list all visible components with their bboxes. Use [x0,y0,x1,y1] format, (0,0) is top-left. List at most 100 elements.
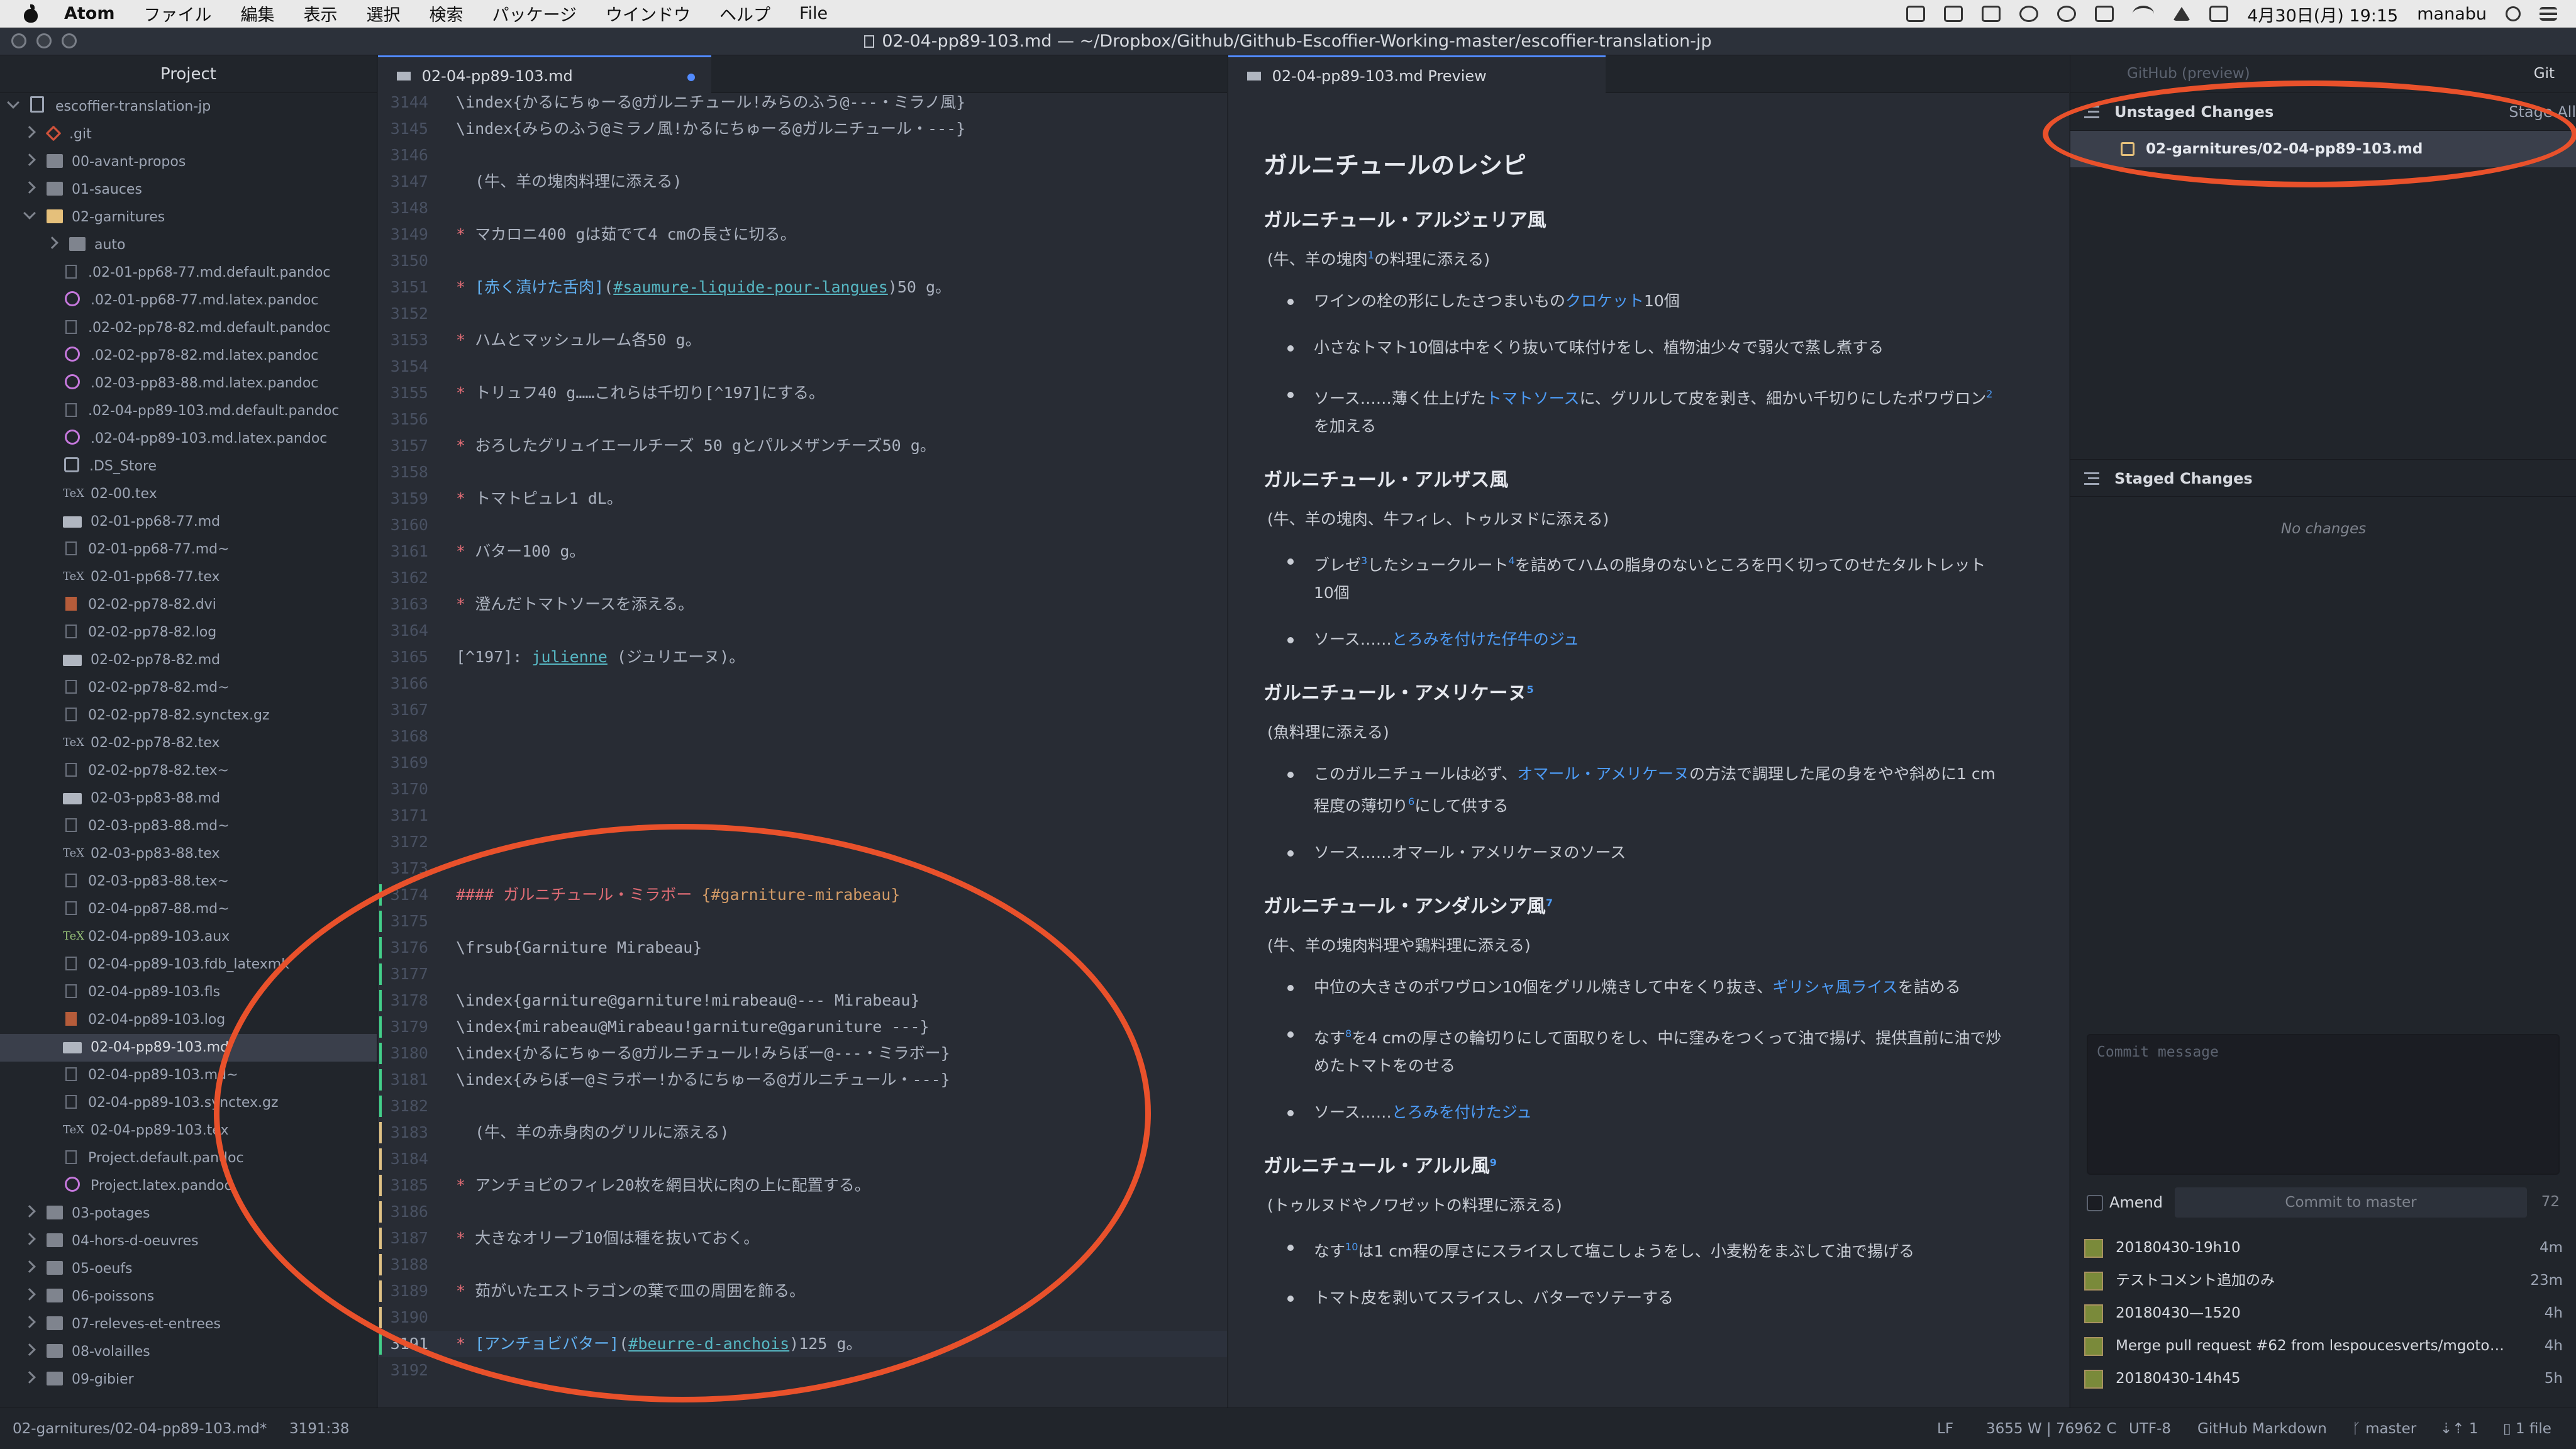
footnote-ref[interactable]: 2 [1986,388,1992,400]
code-line[interactable]: 3180 \index{かるにちゅーる@ガルニチュール!みらぼー@---・ミラボー… [378,1040,1227,1067]
tree-file[interactable]: Project.latex.pandoc [0,1172,377,1200]
stage-all-button[interactable]: Stage All [2509,93,2576,131]
code-line[interactable]: 3157 * おろしたグリュイエールチーズ 50 gとパルメザンチーズ50 g。 [378,433,1227,459]
notification-center-icon[interactable] [2540,7,2557,21]
code-line[interactable]: 3167 [378,697,1227,723]
menu-selection[interactable]: 選択 [367,1,401,26]
chevron-right-icon[interactable] [23,1260,36,1273]
tree-folder[interactable]: 07-releves-et-entrees [0,1311,377,1338]
footnote-ref[interactable]: 3 [1361,555,1367,567]
code-line[interactable]: 3172 [378,829,1227,855]
code-line[interactable]: 3179 \index{mirabeau@Mirabeau!garniture@g… [378,1014,1227,1040]
menu-edit[interactable]: 編集 [241,1,275,26]
menu-file[interactable]: ファイル [144,1,212,26]
code-line[interactable]: 3159 * トマトピュレ1 dL。 [378,486,1227,512]
code-line[interactable]: 3164 [378,618,1227,644]
code-line[interactable]: 3168 [378,723,1227,750]
status-changed-files[interactable]: ▯ 1 file [2503,1421,2551,1437]
tree-file[interactable]: .02-01-pp68-77.md.default.pandoc [0,259,377,287]
menu-help[interactable]: ヘルプ [719,1,770,26]
tree-file[interactable]: 02-04-pp89-103.md~ [0,1062,377,1089]
footnote-ref[interactable]: 1 [1368,249,1374,261]
tree-file[interactable]: 02-01-pp68-77.md [0,508,377,536]
tree-folder[interactable]: .git [0,121,377,148]
chevron-right-icon[interactable] [23,153,36,166]
status-cursor-position[interactable]: 3191:38 [289,1421,350,1437]
footnote-ref[interactable]: 4 [1508,555,1514,567]
preview-link[interactable]: とろみを付けたジュ [1392,1103,1532,1121]
tree-file[interactable]: 02-01-pp68-77.md~ [0,536,377,564]
tree-file[interactable]: 02-02-pp78-82.log [0,619,377,647]
tree-file[interactable]: 02-03-pp83-88.tex [0,840,377,868]
chevron-right-icon[interactable] [23,1371,36,1384]
tree-file[interactable]: Project.default.pandoc [0,1145,377,1172]
code-line[interactable]: 3158 [378,459,1227,486]
code-line[interactable]: 3182 [378,1093,1227,1119]
tab-git[interactable]: Git [2534,65,2555,82]
tree-folder[interactable]: escoffier-translation-jp [0,93,377,121]
status-grammar[interactable]: GitHub Markdown [2197,1421,2327,1437]
minimize-window-button[interactable] [36,33,52,48]
chevron-right-icon[interactable] [46,236,58,249]
tree-file[interactable]: 02-02-pp78-82.tex~ [0,757,377,785]
recent-commit[interactable]: テストコメント追加のみ 23m [2070,1264,2576,1297]
code-line[interactable]: 3152 [378,301,1227,327]
code-line[interactable]: 3156 [378,406,1227,433]
tree-folder[interactable]: 04-hors-d-oeuvres [0,1228,377,1255]
preview-link[interactable]: ギリシャ風ライス [1772,978,1897,996]
code-line[interactable]: 3178 \index{garniture@garniture!mirabeau@… [378,987,1227,1014]
tree-file[interactable]: .02-02-pp78-82.md.default.pandoc [0,314,377,342]
chevron-down-icon[interactable] [23,207,36,219]
code-line[interactable]: 3185 * アンチョビのフィレ20枚を網目状に肉の上に配置する。 [378,1172,1227,1199]
code-line[interactable]: 3186 [378,1199,1227,1225]
chevron-right-icon[interactable] [23,1316,36,1328]
commit-button[interactable]: Commit to master [2175,1187,2527,1218]
code-line[interactable]: 3187 * 大きなオリーブ10個は種を抜いておく。 [378,1225,1227,1252]
tree-file[interactable]: .02-02-pp78-82.md.latex.pandoc [0,342,377,370]
footnote-ref[interactable]: 5 [1527,684,1534,696]
tree-file[interactable]: 02-02-pp78-82.dvi [0,591,377,619]
tree-file[interactable]: .02-04-pp89-103.md.default.pandoc [0,397,377,425]
menu-find[interactable]: 検索 [430,1,464,26]
close-window-button[interactable] [11,33,26,48]
chevron-right-icon[interactable] [23,1205,36,1218]
spotlight-icon[interactable] [2506,6,2521,21]
unstaged-file-item[interactable]: 02-garnitures/02-04-pp89-103.md [2070,131,2576,167]
tree-file[interactable]: 02-04-pp89-103.tex [0,1116,377,1145]
tree-file[interactable]: 02-02-pp78-82.md [0,647,377,674]
code-line[interactable]: 3165 [^197]: julienne (ジュリエーヌ)。 [378,644,1227,670]
preview-link[interactable]: とろみを付けた仔牛のジュ [1392,630,1579,648]
preview-link[interactable]: トマトソース [1486,389,1580,408]
tree-file[interactable]: .DS_Store [0,453,377,480]
tree-file[interactable]: 02-03-pp83-88.md~ [0,813,377,840]
code-line[interactable]: 3192 [378,1357,1227,1384]
recent-commit[interactable]: 20180430—1520 4h [2070,1297,2576,1330]
code-line[interactable]: 3181 \index{みらぼー@ミラボー!かるにちゅーる@ガルニチュール・---… [378,1067,1227,1093]
code-line[interactable]: 3189 * 茹がいたエストラゴンの葉で皿の周囲を飾る。 [378,1278,1227,1304]
footnote-ref[interactable]: 7 [1546,897,1553,909]
tree-file[interactable]: .02-04-pp89-103.md.latex.pandoc [0,425,377,453]
tree-folder[interactable]: 01-sauces [0,176,377,204]
tree-file[interactable]: 02-04-pp89-103.synctex.gz [0,1089,377,1117]
status-encoding[interactable]: UTF-8 [2129,1421,2171,1437]
recent-commit[interactable]: Merge pull request #62 from lespoucesver… [2070,1330,2576,1362]
code-editor[interactable]: 3144 \index{かるにちゅーる@ガルニチュール!みらのふう@---・ミラノ… [378,93,1227,1407]
tree-file[interactable]: 02-00.tex [0,480,377,508]
user-name[interactable]: manabu [2417,4,2487,24]
code-line[interactable]: 3190 [378,1304,1227,1331]
code-line[interactable]: 3155 * トリュフ40 g……これらは千切り[^197]にする。 [378,380,1227,406]
footnote-ref[interactable]: 9 [1490,1157,1497,1169]
menu-view[interactable]: 表示 [304,1,338,26]
tree-file[interactable]: 02-03-pp83-88.md [0,785,377,813]
code-line[interactable]: 3171 [378,802,1227,829]
clock[interactable]: 4月30日(月) 19:15 [2247,2,2398,26]
code-line[interactable]: 3160 [378,512,1227,538]
code-line[interactable]: 3184 [378,1146,1227,1172]
menu-app[interactable]: Atom [64,4,115,23]
code-line[interactable]: 3149 * マカロニ400 gは茹でて4 cmの長さに切る。 [378,221,1227,248]
tree-file[interactable]: 02-04-pp87-88.md~ [0,896,377,923]
volume-icon[interactable] [2209,6,2229,22]
code-line[interactable]: 3154 [378,353,1227,380]
chevron-right-icon[interactable] [23,1343,36,1356]
tree-file[interactable]: .02-01-pp68-77.md.latex.pandoc [0,287,377,314]
